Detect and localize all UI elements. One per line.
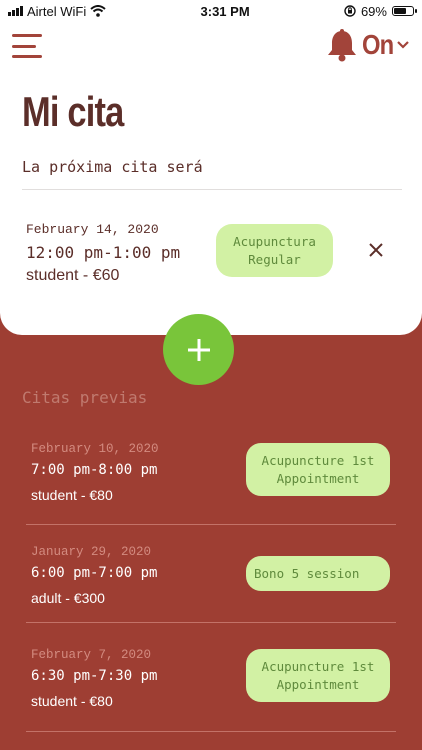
menu-icon[interactable] — [12, 34, 42, 58]
list-item[interactable]: February 10, 2020 7:00 pm-8:00 pm studen… — [26, 430, 396, 525]
list-item[interactable]: January 29, 2020 6:00 pm-7:00 pm adult -… — [26, 525, 396, 623]
appointment-time: 6:00 pm-7:00 pm — [31, 565, 158, 581]
treatment-badge: Bono 5 session — [246, 556, 390, 591]
plus-icon — [187, 338, 210, 361]
cell-signal-icon — [8, 6, 23, 16]
status-left: Airtel WiFi — [8, 4, 106, 19]
cancel-appointment-icon[interactable] — [366, 240, 386, 260]
appointment-time: 7:00 pm-8:00 pm — [31, 462, 158, 478]
appointment-date: February 7, 2020 — [31, 648, 152, 662]
treatment-badge: Acupuncture 1st Appointment — [246, 649, 390, 702]
next-appointment-details: February 14, 2020 12:00 pm-1:00 pm stude… — [26, 222, 180, 285]
appointment-time: 12:00 pm-1:00 pm — [26, 243, 181, 262]
add-appointment-button[interactable] — [163, 314, 234, 385]
clock: 3:31 PM — [200, 3, 250, 19]
appointment-date: February 14, 2020 — [26, 222, 159, 237]
appointment-price: student - €80 — [31, 487, 113, 503]
status-bar: Airtel WiFi 3:31 PM 69% — [0, 0, 422, 22]
previous-appointments-heading: Citas previas — [22, 388, 148, 407]
appointment-price: student - €80 — [31, 693, 113, 709]
treatment-badge: Acupunctura Regular — [216, 224, 333, 277]
chevron-down-icon — [397, 41, 409, 49]
page-title: Mi cita — [22, 88, 124, 135]
battery-icon — [391, 6, 417, 16]
notifications-label: On — [362, 29, 394, 60]
appointment-date: February 10, 2020 — [31, 442, 159, 456]
previous-appointments-list: February 10, 2020 7:00 pm-8:00 pm studen… — [26, 430, 396, 732]
treatment-badge: Acupuncture 1st Appointment — [246, 443, 390, 496]
battery-level — [393, 8, 406, 14]
appointment-price: student - €60 — [26, 267, 120, 284]
appointment-price: adult - €300 — [31, 590, 105, 606]
appointment-date: January 29, 2020 — [31, 545, 152, 559]
appointment-time: 6:30 pm-7:30 pm — [31, 668, 158, 684]
list-item[interactable]: February 7, 2020 6:30 pm-7:30 pm student… — [26, 623, 396, 732]
orientation-lock-icon — [344, 5, 356, 17]
carrier-label: Airtel WiFi — [27, 3, 87, 19]
next-appointment-heading: La próxima cita será — [22, 158, 203, 176]
divider — [22, 189, 402, 190]
bell-icon — [328, 29, 357, 62]
notifications-toggle[interactable]: On — [325, 28, 410, 62]
battery-percent: 69% — [360, 3, 387, 19]
status-right: 69% — [344, 3, 417, 19]
next-appointment-card: On Mi cita La próxima cita será February… — [0, 0, 422, 335]
wifi-icon — [90, 5, 106, 17]
